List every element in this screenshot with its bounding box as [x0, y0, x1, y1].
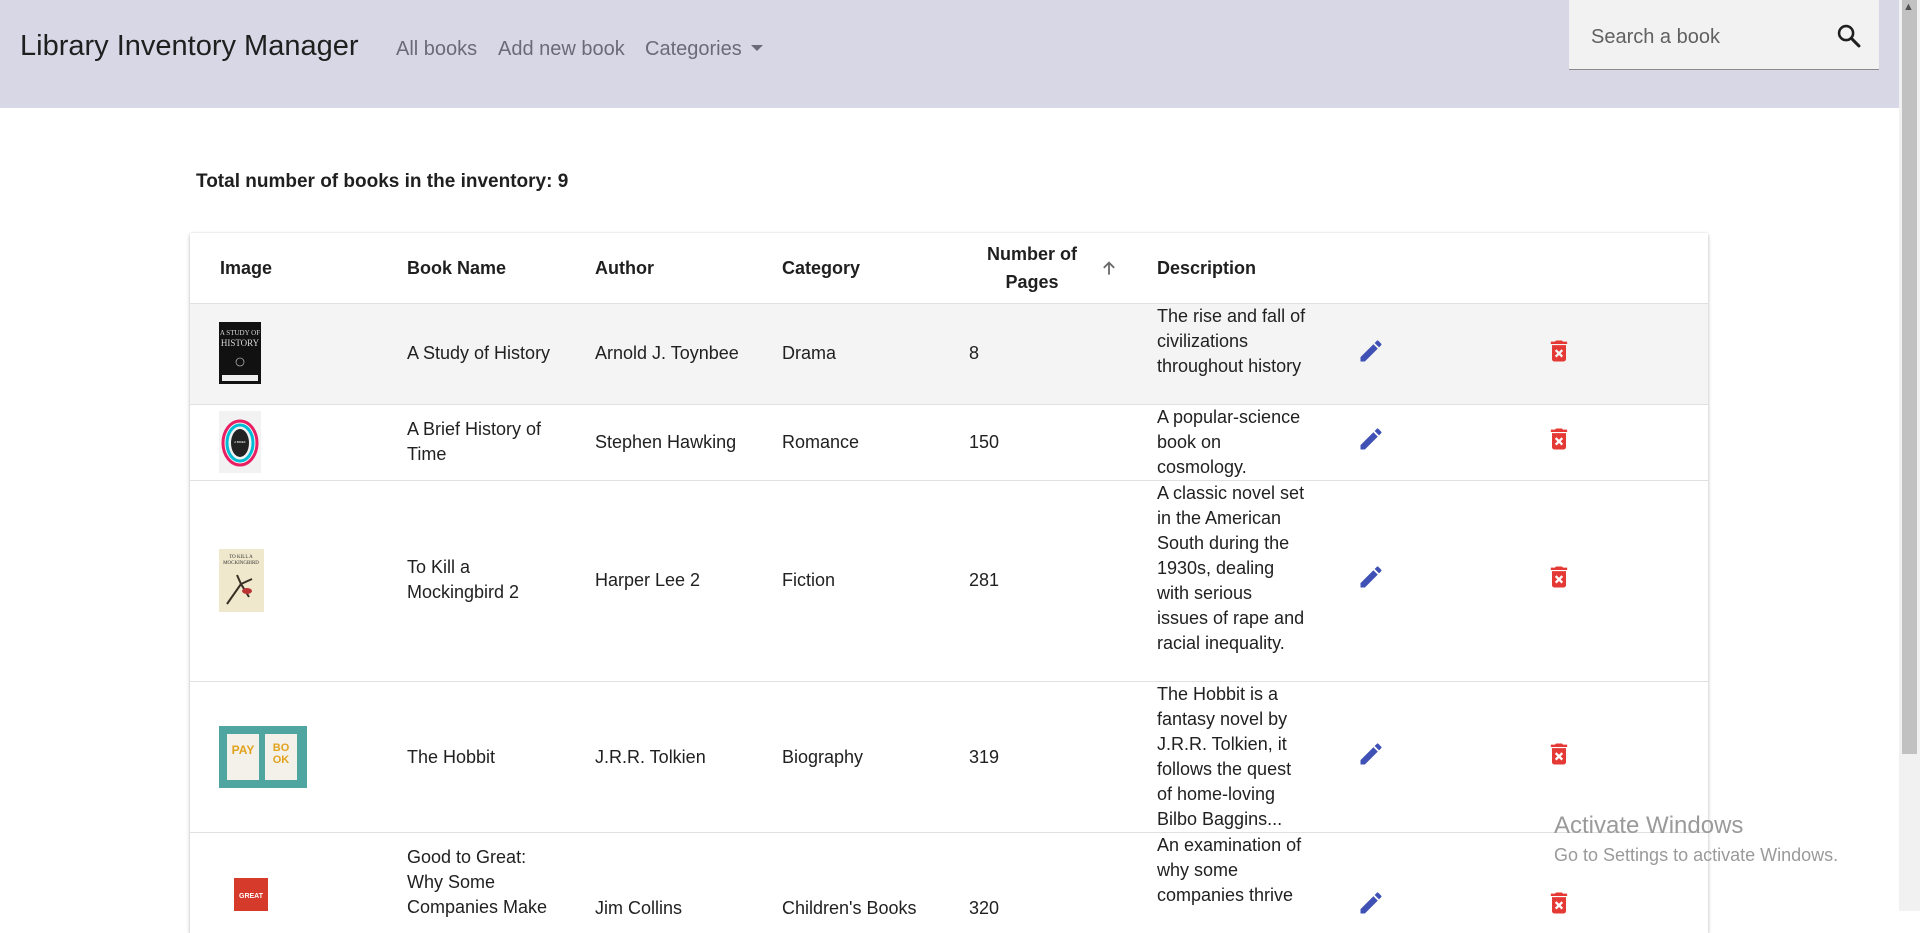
book-description: The Hobbit is a fantasy novel by J.R.R. …: [1157, 684, 1292, 829]
book-cover-image: PAY BO OK: [219, 726, 307, 788]
svg-text:TO KILL A: TO KILL A: [229, 555, 253, 560]
book-pages: 319: [969, 747, 1000, 767]
search-input[interactable]: [1589, 22, 1823, 52]
book-cover-image: TO KILL A MOCKINGBIRD: [219, 549, 264, 612]
pencil-icon[interactable]: [1357, 889, 1385, 917]
pencil-icon[interactable]: [1357, 425, 1385, 453]
book-pages: 8: [969, 343, 980, 363]
trash-icon[interactable]: [1545, 425, 1573, 453]
svg-text:MOCKINGBIRD: MOCKINGBIRD: [223, 561, 259, 566]
header-image: Image: [220, 258, 273, 278]
nav-categories-dropdown[interactable]: Categories: [645, 38, 763, 61]
svg-text:BO: BO: [273, 742, 290, 754]
book-category: Fiction: [782, 570, 836, 590]
svg-text:HISTORY: HISTORY: [221, 338, 260, 348]
trash-icon[interactable]: [1545, 337, 1573, 365]
book-cover-image: A BRIEF: [219, 411, 261, 473]
svg-text:A BRIEF: A BRIEF: [234, 440, 246, 444]
book-author: Jim Collins: [595, 898, 683, 918]
header-description: Description: [1157, 258, 1257, 278]
cover-title-art: A STUDY OF: [220, 329, 260, 337]
book-cover-image: GREAT: [234, 878, 268, 911]
nav-all-books[interactable]: All books: [396, 38, 477, 61]
scrollbar-thumb[interactable]: [1902, 0, 1917, 754]
book-description: A popular-science book on cosmology.: [1157, 407, 1301, 477]
search-box: [1569, 0, 1879, 70]
book-name: The Hobbit: [407, 747, 496, 767]
app-title[interactable]: Library Inventory Manager: [20, 30, 359, 63]
search-icon[interactable]: [1835, 22, 1863, 50]
pencil-icon[interactable]: [1357, 563, 1385, 591]
book-author: Arnold J. Toynbee: [595, 343, 739, 363]
row-divider: [190, 480, 1708, 481]
book-pages: 281: [969, 570, 1000, 590]
trash-icon[interactable]: [1545, 740, 1573, 768]
book-category: Drama: [782, 343, 837, 363]
book-description: The rise and fall of civilizations throu…: [1157, 306, 1306, 376]
scroll-up-arrow-icon[interactable]: ▲: [1903, 1, 1914, 13]
trash-icon[interactable]: [1545, 563, 1573, 591]
nav-categories-label: Categories: [645, 38, 742, 60]
header-book-name[interactable]: Book Name: [407, 258, 506, 279]
total-books-count: Total number of books in the inventory: …: [196, 171, 569, 192]
book-author: Harper Lee 2: [595, 570, 701, 590]
book-name: A Study of History: [407, 343, 551, 363]
nav-add-new-book[interactable]: Add new book: [498, 38, 625, 61]
trash-icon[interactable]: [1545, 889, 1573, 917]
book-cover-image: A STUDY OF HISTORY: [219, 322, 261, 384]
header-category[interactable]: Category: [782, 258, 860, 279]
svg-text:GREAT: GREAT: [239, 893, 264, 900]
svg-text:PAY: PAY: [232, 743, 255, 757]
svg-text:OK: OK: [273, 754, 290, 766]
caret-down-icon: [750, 44, 763, 51]
activate-windows-hint: Go to Settings to activate Windows.: [1554, 845, 1839, 865]
book-pages: 320: [969, 898, 1000, 918]
row-divider: [190, 832, 1708, 833]
book-name: A Brief History of Time: [407, 419, 542, 464]
activate-windows-watermark: Activate Windows: [1554, 812, 1744, 839]
book-category: Romance: [782, 432, 860, 452]
header-author[interactable]: Author: [595, 258, 654, 279]
book-author: Stephen Hawking: [595, 432, 737, 452]
row-divider: [190, 681, 1708, 682]
book-name: Good to Great: Why Some Companies Make: [407, 847, 548, 917]
row-divider: [190, 404, 1708, 405]
header-number-of-pages[interactable]: Number of Pages: [972, 240, 1092, 296]
book-description: An examination of why some companies thr…: [1157, 835, 1302, 905]
arrow-up-icon[interactable]: [1099, 258, 1119, 278]
book-name: To Kill a Mockingbird 2: [407, 557, 520, 602]
book-pages: 150: [969, 432, 1000, 452]
pencil-icon[interactable]: [1357, 740, 1385, 768]
book-category: Children's Books: [782, 898, 917, 918]
pencil-icon[interactable]: [1357, 337, 1385, 365]
book-category: Biography: [782, 747, 864, 767]
book-description: A classic novel set in the American Sout…: [1157, 483, 1305, 653]
book-author: J.R.R. Tolkien: [595, 747, 706, 767]
